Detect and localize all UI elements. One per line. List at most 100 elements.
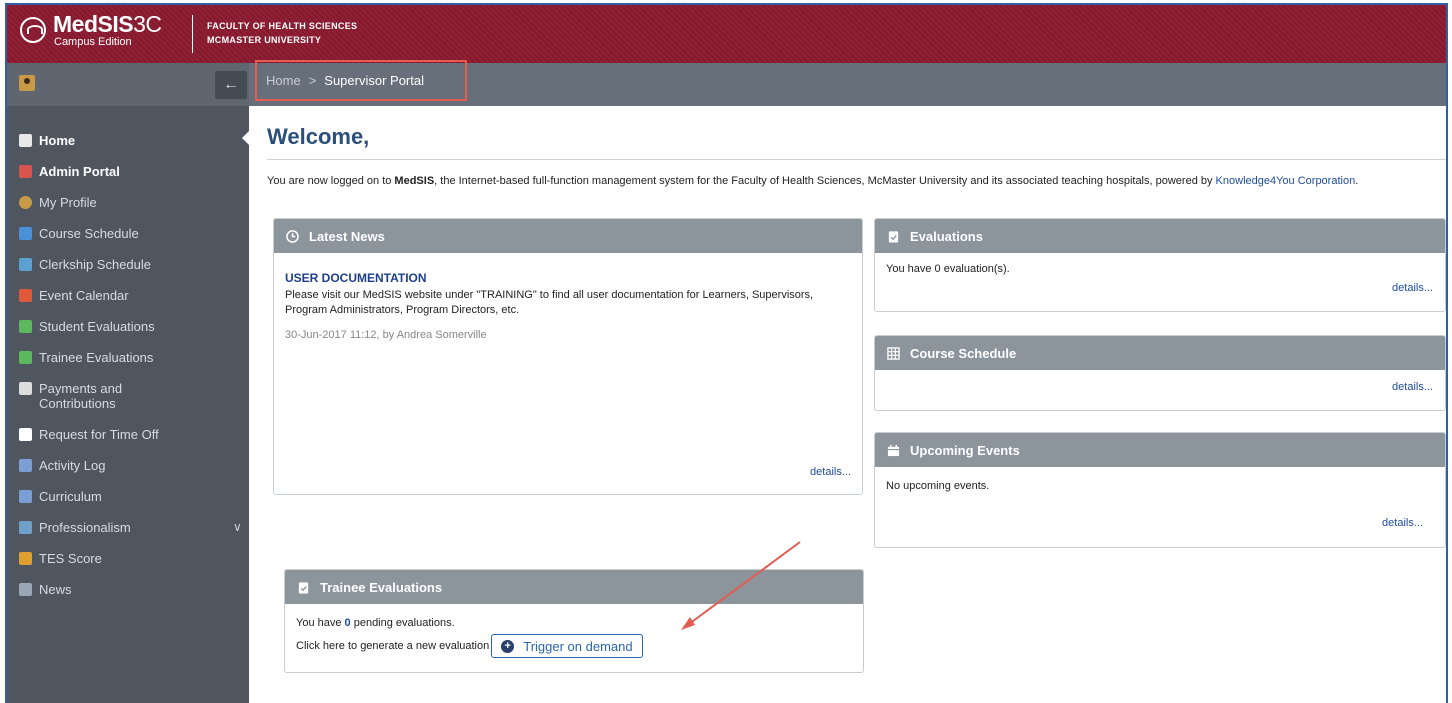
- evaluations-details-link[interactable]: details...: [1392, 282, 1433, 294]
- sidebar-item-admin-portal[interactable]: Admin Portal: [19, 164, 120, 179]
- header-divider: [192, 15, 193, 53]
- user-avatar-icon[interactable]: [19, 75, 35, 91]
- sidebar-item-professionalism[interactable]: Professionalism ∨: [19, 520, 249, 535]
- trigger-on-demand-label: Trigger on demand: [523, 638, 633, 654]
- clock-icon: [286, 229, 299, 243]
- main-content: Welcome, You are now logged on to MedSIS…: [249, 106, 1446, 703]
- faculty-line-2: MCMASTER UNIVERSITY: [207, 35, 322, 45]
- latest-news-panel: Latest News USER DOCUMENTATION Please vi…: [273, 218, 863, 495]
- intro-suffix: .: [1355, 175, 1359, 187]
- trigger-on-demand-button[interactable]: + Trigger on demand: [491, 634, 643, 658]
- sidebar-item-tes-score[interactable]: TES Score: [19, 551, 102, 566]
- sidebar-item-label: Home: [39, 133, 76, 148]
- sidebar-item-student-evaluations[interactable]: Student Evaluations: [19, 319, 155, 334]
- course-schedule-panel: Course Schedule details...: [874, 335, 1446, 411]
- trainee-evaluations-title: Trainee Evaluations: [320, 579, 443, 595]
- medsis-logo-icon: [20, 17, 46, 43]
- trainee-evaluations-header: Trainee Evaluations: [285, 570, 863, 604]
- app-frame: MedSIS3C Campus Edition FACULTY OF HEALT…: [5, 3, 1448, 703]
- clipboard-icon: [888, 230, 899, 243]
- latest-news-details-link[interactable]: details...: [810, 466, 851, 478]
- sidebar-item-label: Event Calendar: [39, 288, 129, 303]
- sidebar-item-label: Student Evaluations: [39, 319, 155, 334]
- pending-prefix: You have: [296, 617, 345, 629]
- admin-icon: [19, 165, 32, 178]
- evaluations-count-text: You have 0 evaluation(s).: [886, 263, 1010, 275]
- sidebar-top-strip: [7, 63, 249, 106]
- plus-circle-icon: +: [501, 639, 515, 653]
- top-header: MedSIS3C Campus Edition FACULTY OF HEALT…: [7, 5, 1446, 63]
- log-icon: [19, 459, 32, 472]
- course-schedule-details-link[interactable]: details...: [1392, 381, 1433, 393]
- sidebar-item-label: Trainee Evaluations: [39, 350, 154, 365]
- intro-text: You are now logged on to MedSIS, the Int…: [267, 174, 1437, 189]
- sidebar: Home Admin Portal My Profile Course Sche…: [7, 106, 251, 703]
- intro-middle: , the Internet-based full-function manag…: [434, 175, 1216, 187]
- sidebar-item-event-calendar[interactable]: Event Calendar: [19, 288, 129, 303]
- breadcrumb-current: Supervisor Portal: [324, 73, 424, 88]
- faculty-line-1: FACULTY OF HEALTH SCIENCES: [207, 21, 358, 31]
- faculty-title: FACULTY OF HEALTH SCIENCES MCMASTER UNIV…: [207, 19, 357, 47]
- generate-evaluation-row: Click here to generate a new evaluation …: [296, 634, 643, 658]
- evaluations-panel: Evaluations You have 0 evaluation(s). de…: [874, 218, 1446, 312]
- latest-news-title: Latest News: [309, 228, 385, 244]
- sidebar-item-home[interactable]: Home: [19, 133, 75, 148]
- sidebar-item-label: Payments and Contributions: [39, 381, 123, 411]
- person-icon: [19, 196, 32, 209]
- evaluations-header: Evaluations: [875, 219, 1445, 253]
- upcoming-events-header: Upcoming Events: [875, 433, 1445, 467]
- calendar-icon: [887, 444, 900, 456]
- news-item-title[interactable]: USER DOCUMENTATION: [285, 271, 427, 285]
- course-schedule-title: Course Schedule: [910, 345, 1017, 361]
- evaluation-icon: [19, 351, 32, 364]
- sidebar-item-clerkship-schedule[interactable]: Clerkship Schedule: [19, 257, 151, 272]
- app-edition: Campus Edition: [54, 36, 132, 48]
- curriculum-icon: [19, 490, 32, 503]
- sidebar-item-label: Activity Log: [39, 458, 106, 473]
- sidebar-item-payments[interactable]: Payments and Contributions: [19, 381, 169, 411]
- app-version: 3C: [133, 11, 162, 37]
- evaluation-icon: [19, 320, 32, 333]
- sidebar-item-label: Request for Time Off: [39, 427, 159, 442]
- latest-news-header: Latest News: [274, 219, 862, 253]
- upcoming-events-panel: Upcoming Events No upcoming events. deta…: [874, 432, 1446, 548]
- sidebar-item-trainee-evaluations[interactable]: Trainee Evaluations: [19, 350, 153, 365]
- sidebar-item-news[interactable]: News: [19, 582, 72, 597]
- news-icon: [19, 583, 32, 596]
- clipboard-icon: [298, 581, 309, 594]
- app-name: MedSIS: [53, 11, 134, 37]
- clerkship-icon: [19, 258, 32, 271]
- pending-evaluations-text: You have 0 pending evaluations.: [296, 617, 455, 629]
- score-icon: [19, 552, 32, 565]
- sidebar-item-my-profile[interactable]: My Profile: [19, 195, 97, 210]
- evaluations-title: Evaluations: [910, 228, 983, 244]
- intro-prefix: You are now logged on to: [267, 175, 395, 187]
- collapse-sidebar-button[interactable]: ←: [215, 71, 247, 99]
- sidebar-item-label: Clerkship Schedule: [39, 257, 152, 272]
- professionalism-icon: [19, 521, 32, 534]
- upcoming-events-title: Upcoming Events: [910, 442, 1020, 458]
- page-title: Welcome,: [267, 124, 370, 149]
- calendar-icon: [19, 289, 32, 302]
- sidebar-item-activity-log[interactable]: Activity Log: [19, 458, 105, 473]
- sidebar-item-label: News: [39, 582, 72, 597]
- knowledge4you-link[interactable]: Knowledge4You Corporation: [1216, 175, 1356, 187]
- sidebar-item-course-schedule[interactable]: Course Schedule: [19, 226, 139, 241]
- pending-suffix: pending evaluations.: [350, 617, 455, 629]
- news-item-meta: 30-Jun-2017 11:12, by Andrea Somerville: [285, 329, 487, 341]
- sidebar-item-curriculum[interactable]: Curriculum: [19, 489, 102, 504]
- course-schedule-header: Course Schedule: [875, 336, 1445, 370]
- breadcrumb-home[interactable]: Home: [266, 73, 301, 88]
- sidebar-item-label: Course Schedule: [39, 226, 139, 241]
- sidebar-item-label: My Profile: [39, 195, 97, 210]
- sidebar-item-label: TES Score: [39, 551, 102, 566]
- sidebar-item-request-time-off[interactable]: Request for Time Off: [19, 427, 159, 442]
- chevron-down-icon: ∨: [233, 520, 242, 534]
- sidebar-item-label: Curriculum: [39, 489, 102, 504]
- payments-icon: [19, 382, 32, 395]
- breadcrumb: Home > Supervisor Portal: [255, 60, 467, 101]
- intro-brand: MedSIS: [394, 175, 435, 187]
- app-logo[interactable]: MedSIS3C Campus Edition: [53, 11, 162, 49]
- upcoming-events-details-link[interactable]: details...: [1382, 517, 1423, 529]
- breadcrumb-separator: >: [308, 73, 317, 88]
